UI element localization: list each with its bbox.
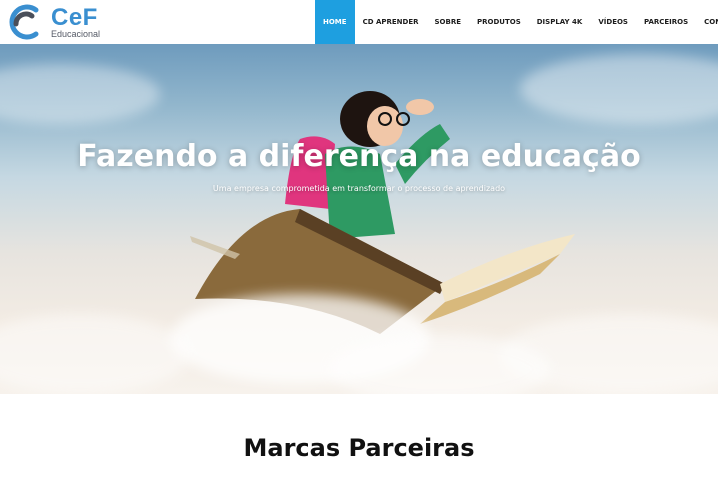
nav-produtos[interactable]: PRODUTOS [469,0,529,44]
brand-tagline: Educacional [51,29,101,39]
site-header: CeF Educacional HOME CD APRENDER SOBRE P… [0,0,718,44]
hero-subtitle: Uma empresa comprometida em transformar … [212,184,506,193]
nav-videos[interactable]: VÍDEOS [590,0,636,44]
hero-title: Fazendo a diferença na educação [77,139,641,174]
nav-sobre[interactable]: SOBRE [427,0,470,44]
nav-home[interactable]: HOME [315,0,355,44]
nav-parceiros[interactable]: PARCEIROS [636,0,696,44]
brand-logo[interactable]: CeF Educacional [6,2,106,42]
nav-display-4k[interactable]: DISPLAY 4K [529,0,591,44]
brand-name: CeF [51,4,98,31]
nav-cd-aprender[interactable]: CD APRENDER [355,0,427,44]
partners-section-title: Marcas Parceiras [243,434,475,462]
main-nav: HOME CD APRENDER SOBRE PRODUTOS DISPLAY … [315,0,718,44]
hero-banner: Fazendo a diferença na educação Uma empr… [0,44,718,394]
nav-contato[interactable]: CONTATO [696,0,718,44]
cef-logo-icon [9,4,39,40]
